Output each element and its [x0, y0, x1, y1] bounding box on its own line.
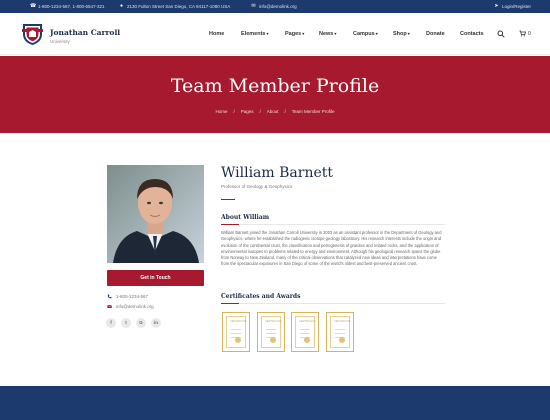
nav-contacts-label: Contacts [460, 31, 484, 37]
chevron-down-icon: ▾ [407, 31, 410, 36]
breadcrumb-separator: / [233, 109, 235, 114]
get-in-touch-button[interactable]: Get in Touch [107, 270, 204, 286]
title-divider [221, 199, 235, 200]
about-heading: About William [221, 214, 270, 221]
breadcrumb-pages[interactable]: Pages [241, 109, 254, 114]
mail-icon: ✉ [251, 2, 256, 9]
profile-photo [107, 165, 204, 263]
about-rule [221, 224, 445, 225]
certificate-title: CERTIFICATE [299, 320, 316, 323]
login-icon: ➤ [494, 2, 499, 9]
chevron-down-icon: ▾ [302, 31, 305, 36]
certificate-4[interactable]: CERTIFICATE [326, 312, 354, 352]
brand[interactable]: Jonathan Carroll University [50, 28, 120, 44]
breadcrumb-separator: / [284, 109, 286, 114]
chevron-down-icon: ▾ [266, 31, 269, 36]
certificate-2[interactable]: CERTIFICATE [257, 312, 285, 352]
certificate-1[interactable]: CERTIFICATE [222, 312, 250, 352]
university-crest-logo[interactable] [21, 21, 44, 46]
login-register-text: Login/Register [502, 3, 532, 9]
topbar-email-text: info@demolink.org [259, 3, 297, 9]
phone-icon [107, 294, 112, 299]
phone-icon: ☎ [30, 2, 37, 9]
seal-icon [304, 337, 310, 343]
page-title: Team Member Profile [170, 75, 380, 97]
top-bar: ☎ 1-800-1234-567, 1-800-6547-321 ● 2130 … [0, 0, 550, 13]
topbar-email[interactable]: ✉ info@demolink.org [251, 2, 297, 9]
login-register-link[interactable]: ➤ Login/Register [494, 2, 532, 9]
certificates-heading: Certificates and Awards [221, 293, 301, 300]
brand-name: Jonathan Carroll [50, 28, 121, 37]
facebook-icon[interactable]: f [106, 318, 116, 328]
certificate-title: CERTIFICATE [230, 320, 247, 323]
instagram-icon[interactable]: in [151, 318, 161, 328]
certificates-rule-accent [221, 303, 239, 304]
breadcrumb-current: Team Member Profile [291, 109, 335, 114]
topbar-address: ● 2130 Fulton Street San Diego, CA 94117… [119, 2, 231, 9]
breadcrumb-home[interactable]: Home [215, 109, 227, 114]
breadcrumb-separator: / [259, 109, 261, 114]
social-links: f t G in [106, 318, 161, 328]
site-footer [0, 386, 550, 420]
map-pin-icon: ● [119, 2, 124, 9]
profile-phone[interactable]: 1-800-1234-567 [107, 294, 148, 299]
certificate-3[interactable]: CERTIFICATE [291, 312, 319, 352]
chevron-down-icon: ▾ [375, 31, 378, 36]
nav-elements[interactable]: Elements▾ [241, 31, 268, 37]
nav-news[interactable]: News▾ [319, 31, 336, 37]
search-icon[interactable] [497, 30, 505, 38]
certificate-title: CERTIFICATE [265, 320, 282, 323]
topbar-phone-text: 1-800-1234-567, 1-800-6547-321 [38, 3, 105, 9]
nav-campus-label: Campus [353, 31, 375, 37]
breadcrumb: Home / Pages / About / Team Member Profi… [0, 109, 550, 114]
nav-elements-label: Elements [241, 31, 266, 37]
nav-contacts[interactable]: Contacts [460, 31, 484, 37]
mail-icon [107, 304, 112, 308]
seal-icon [339, 337, 345, 343]
nav-home[interactable]: Home [209, 31, 224, 37]
nav-shop-label: Shop [393, 31, 407, 37]
profile-email[interactable]: info@demolink.org [107, 304, 154, 309]
nav-news-label: News [319, 31, 334, 37]
about-rule-accent [221, 224, 239, 225]
nav-donate-label: Donate [426, 31, 445, 37]
seal-icon [270, 337, 276, 343]
nav-pages-label: Pages [285, 31, 302, 37]
seal-icon [235, 337, 241, 343]
profile-role: Professor of Geology & Geophysics [221, 184, 293, 189]
page-hero: Team Member Profile Home / Pages / About… [0, 56, 550, 133]
nav-donate[interactable]: Donate [426, 31, 445, 37]
cart-count: 0 [528, 30, 531, 37]
profile-phone-text: 1-800-1234-567 [116, 294, 149, 299]
profile-email-text: info@demolink.org [116, 304, 154, 309]
chevron-down-icon: ▾ [334, 31, 337, 36]
nav-campus[interactable]: Campus▾ [353, 31, 378, 37]
brand-subtitle: University [50, 39, 70, 44]
site-header: Jonathan Carroll University Home Element… [0, 13, 550, 55]
breadcrumb-about[interactable]: About [267, 109, 279, 114]
profile-name: William Barnett [221, 165, 334, 181]
twitter-icon[interactable]: t [121, 318, 131, 328]
topbar-address-text: 2130 Fulton Street San Diego, CA 94117-1… [127, 3, 231, 9]
nav-pages[interactable]: Pages▾ [285, 31, 304, 37]
cart-button[interactable]: 0 [519, 30, 531, 37]
nav-home-label: Home [209, 31, 225, 37]
certificates-rule [221, 303, 445, 304]
google-plus-icon[interactable]: G [136, 318, 146, 328]
certificate-title: CERTIFICATE [334, 320, 351, 323]
cart-icon [519, 30, 526, 37]
nav-shop[interactable]: Shop▾ [393, 31, 410, 37]
profile-bio: William Barnett joined the Jonathan Carr… [221, 230, 442, 267]
topbar-phone[interactable]: ☎ 1-800-1234-567, 1-800-6547-321 [30, 2, 105, 9]
